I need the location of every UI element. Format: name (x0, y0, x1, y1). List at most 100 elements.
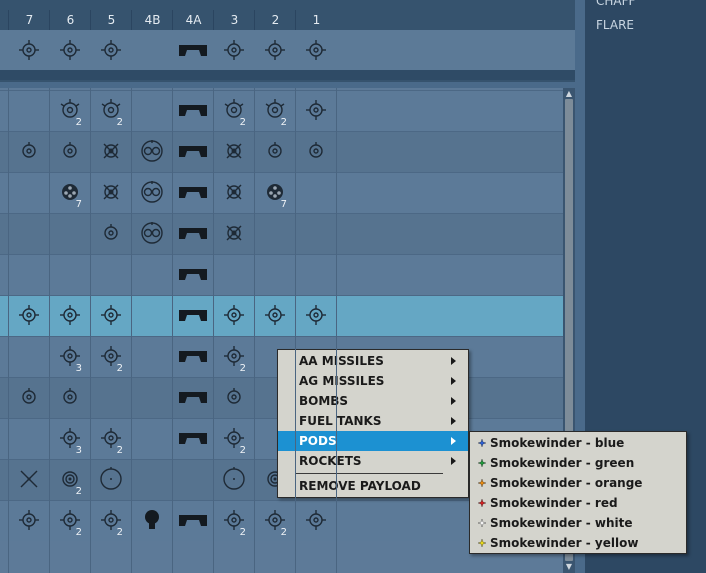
pylon-slot[interactable] (131, 500, 172, 540)
pylon-slot[interactable] (295, 90, 336, 130)
pylon-slot[interactable] (90, 131, 131, 171)
pylon-slot[interactable]: 2 (90, 500, 131, 540)
pylon-slot[interactable]: 7 (254, 172, 295, 212)
pylon-slot[interactable] (295, 131, 336, 171)
pylon-slot[interactable]: 2 (213, 90, 254, 130)
fuel-tank-icon (178, 267, 208, 281)
pylon-slot[interactable] (8, 295, 49, 335)
pylon-slot[interactable] (90, 459, 131, 499)
pylon-slot[interactable] (49, 377, 90, 417)
gun-pod-icon (138, 139, 166, 163)
pylon-slot[interactable] (172, 30, 213, 70)
submenu-item-smokewinder-yellow[interactable]: Smokewinder - yellow (470, 533, 686, 553)
pylon-slot[interactable] (213, 30, 254, 70)
pylon-slot[interactable] (172, 336, 213, 376)
pylon-slot[interactable] (213, 172, 254, 212)
menu-item-rockets[interactable]: ROCKETS (278, 451, 468, 471)
pylon-slot[interactable] (49, 295, 90, 335)
quantity-badge: 2 (239, 363, 246, 374)
quantity-badge: 2 (280, 117, 287, 128)
missile-icon (59, 304, 81, 326)
grid-line (213, 88, 214, 573)
pylon-slot[interactable] (295, 295, 336, 335)
submenu-item-label: Smokewinder - red (490, 496, 618, 510)
pylon-slot[interactable] (172, 418, 213, 458)
pylon-slot[interactable]: 2 (49, 500, 90, 540)
menu-item-remove-payload[interactable]: REMOVE PAYLOAD (278, 476, 468, 496)
pylon-slot[interactable] (131, 172, 172, 212)
pylon-slot[interactable] (8, 500, 49, 540)
pylon-slot[interactable] (90, 213, 131, 253)
menu-item-aa-missiles[interactable]: AA MISSILES (278, 351, 468, 371)
pylon-slot[interactable] (295, 500, 336, 540)
pylon-slot[interactable] (172, 131, 213, 171)
target-icon (60, 387, 80, 407)
pylon-slot[interactable]: 2 (49, 459, 90, 499)
submenu-item-smokewinder-red[interactable]: Smokewinder - red (470, 493, 686, 513)
menu-item-pods[interactable]: PODS (278, 431, 468, 451)
pylon-slot[interactable] (172, 254, 213, 294)
pylon-slot[interactable] (213, 377, 254, 417)
pylon-slot[interactable] (8, 459, 49, 499)
scroll-up-icon[interactable]: ▲ (565, 89, 573, 99)
pylon-slot[interactable]: 2 (90, 418, 131, 458)
pylon-slot[interactable] (213, 131, 254, 171)
submenu-item-smokewinder-orange[interactable]: Smokewinder - orange (470, 473, 686, 493)
missile-icon (305, 99, 327, 121)
pylon-slot[interactable]: 2 (213, 418, 254, 458)
submenu-item-smokewinder-blue[interactable]: Smokewinder - blue (470, 433, 686, 453)
menu-item-bombs[interactable]: BOMBS (278, 391, 468, 411)
pylon-slot[interactable] (8, 30, 49, 70)
menu-item-label: AA MISSILES (299, 354, 384, 368)
pylon-slot[interactable]: 2 (90, 90, 131, 130)
quantity-badge: 2 (239, 117, 246, 128)
submenu-item-smokewinder-green[interactable]: Smokewinder - green (470, 453, 686, 473)
pylon-slot[interactable] (295, 30, 336, 70)
pylon-slot[interactable]: 2 (254, 500, 295, 540)
quantity-badge: 2 (116, 445, 123, 456)
pylon-header-5: 5 (90, 10, 132, 30)
pylon-slot[interactable] (213, 459, 254, 499)
quantity-badge: 2 (239, 527, 246, 538)
pylon-slot[interactable] (172, 213, 213, 253)
pylon-slot[interactable] (8, 377, 49, 417)
pylon-slot[interactable] (172, 500, 213, 540)
pylon-slot[interactable]: 2 (49, 90, 90, 130)
pylon-slot[interactable] (131, 213, 172, 253)
submenu-arrow-icon (451, 437, 456, 445)
pylon-slot[interactable]: 3 (49, 336, 90, 376)
pylon-slot[interactable] (172, 295, 213, 335)
pylon-slot[interactable] (90, 30, 131, 70)
pylon-slot[interactable] (172, 172, 213, 212)
pylon-slot[interactable]: 2 (213, 336, 254, 376)
pylon-slot[interactable] (131, 131, 172, 171)
pylon-slot[interactable]: 2 (90, 336, 131, 376)
pylon-slot[interactable] (254, 30, 295, 70)
scroll-down-icon[interactable]: ▼ (565, 562, 573, 572)
pylon-slot[interactable] (213, 295, 254, 335)
pylon-slot[interactable] (49, 30, 90, 70)
pylon-slot[interactable] (172, 90, 213, 130)
pylon-slot[interactable]: 7 (49, 172, 90, 212)
pylon-slot[interactable]: 2 (254, 90, 295, 130)
loadout-row[interactable] (0, 213, 563, 254)
target-icon (265, 141, 285, 161)
pylon-slot[interactable] (254, 295, 295, 335)
pylon-slot[interactable] (90, 172, 131, 212)
pylon-slot[interactable] (49, 131, 90, 171)
pylon-slot[interactable] (254, 131, 295, 171)
pylon-slot[interactable] (172, 377, 213, 417)
flare-label: FLARE (596, 18, 634, 32)
pylon-slot[interactable] (213, 213, 254, 253)
pylon-slot[interactable] (8, 131, 49, 171)
submenu-item-label: Smokewinder - orange (490, 476, 643, 490)
pylon-slot[interactable] (90, 295, 131, 335)
target-icon (306, 141, 326, 161)
pylon-slot[interactable]: 2 (213, 500, 254, 540)
pylon-slot[interactable]: 3 (49, 418, 90, 458)
loadout-row[interactable] (0, 254, 563, 295)
submenu-item-smokewinder-white[interactable]: Smokewinder - white (470, 513, 686, 533)
menu-item-ag-missiles[interactable]: AG MISSILES (278, 371, 468, 391)
menu-item-fuel-tanks[interactable]: FUEL TANKS (278, 411, 468, 431)
fuel-tank-icon (178, 144, 208, 158)
